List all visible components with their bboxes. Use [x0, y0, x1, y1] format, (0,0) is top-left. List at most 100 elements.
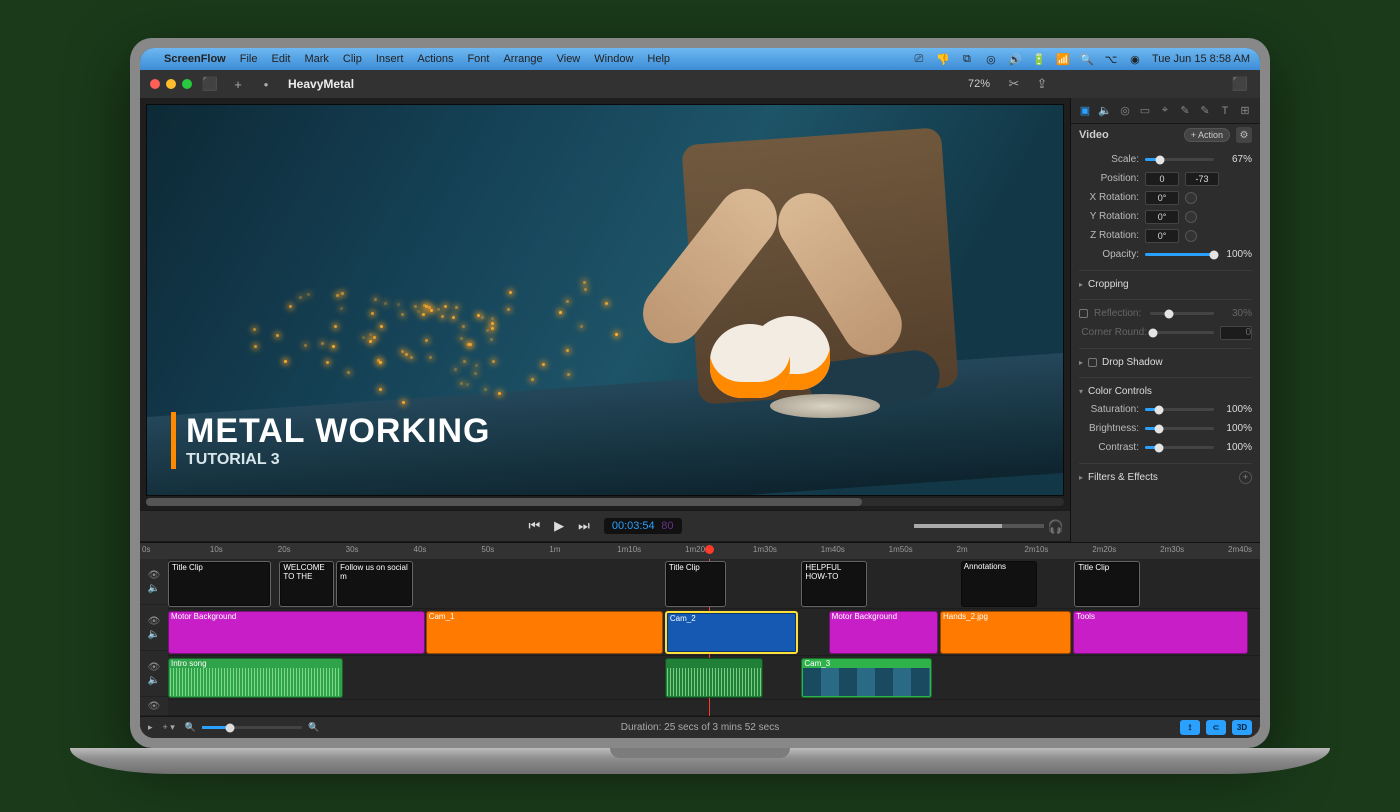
dropshadow-header[interactable]: ▸Drop Shadow	[1079, 353, 1252, 371]
timecode-display[interactable]: 00:03:54 80	[604, 518, 682, 534]
reflection-checkbox[interactable]	[1079, 309, 1088, 318]
cropping-header[interactable]: ▸Cropping	[1079, 275, 1252, 293]
tab-video-icon[interactable]: ▣	[1077, 103, 1093, 119]
brightness-slider[interactable]	[1145, 427, 1214, 430]
zoom-button[interactable]	[182, 79, 192, 89]
filters-header[interactable]: ▸Filters & Effects+	[1079, 468, 1252, 486]
position-y-field[interactable]: -73	[1185, 172, 1219, 186]
timeline-clip[interactable]: Title Clip	[665, 561, 726, 607]
add-icon[interactable]: +	[228, 74, 248, 94]
dropshadow-checkbox[interactable]	[1088, 358, 1097, 367]
timeline-ruler[interactable]: 0s10s20s30s40s50s1m1m10s1m20s1m30s1m40s1…	[140, 543, 1260, 559]
yrot-field[interactable]: 0°	[1145, 210, 1179, 224]
menu-edit[interactable]: Edit	[271, 53, 290, 65]
position-x-field[interactable]: 0	[1145, 172, 1179, 186]
track-1-controls[interactable]: 👁🔈	[140, 559, 168, 605]
menubar-clock[interactable]: Tue Jun 15 8:58 AM	[1152, 53, 1250, 65]
menu-font[interactable]: Font	[467, 53, 489, 65]
timeline-zoom-slider[interactable]	[202, 726, 302, 729]
timeline-clip[interactable]: Cam_2	[665, 611, 798, 654]
zrot-field[interactable]: 0°	[1145, 229, 1179, 243]
screen-record-icon[interactable]: ⎚	[912, 52, 926, 66]
close-button[interactable]	[150, 79, 160, 89]
menu-mark[interactable]: Mark	[304, 53, 328, 65]
xrot-dial[interactable]	[1185, 192, 1197, 204]
menu-arrange[interactable]: Arrange	[503, 53, 542, 65]
timeline-clip[interactable]: Cam_3	[801, 658, 932, 698]
next-button[interactable]: ⏭	[578, 518, 590, 534]
track-4-controls[interactable]: 👁	[140, 697, 168, 716]
battery-icon[interactable]: 🔋	[1032, 52, 1046, 66]
app-name[interactable]: ScreenFlow	[164, 53, 226, 65]
timeline-clip[interactable]: Hands_2.jpg	[940, 611, 1071, 654]
zoom-in-icon[interactable]: 🔍	[308, 722, 319, 733]
search-icon[interactable]: 🔍	[1080, 52, 1094, 66]
crop-icon[interactable]: ✂	[1004, 74, 1024, 94]
menu-help[interactable]: Help	[647, 53, 670, 65]
pointer-tool-icon[interactable]: ▸	[148, 722, 153, 733]
timeline-clip[interactable]: HELPFUL HOW-TO	[801, 561, 867, 607]
menu-actions[interactable]: Actions	[417, 53, 453, 65]
colorcontrols-header[interactable]: ▾Color Controls	[1079, 382, 1252, 400]
timeline-clip[interactable]: WELCOME TO THE	[279, 561, 334, 607]
sidebar-toggle-icon[interactable]: ⬛	[200, 74, 220, 94]
reflection-slider[interactable]	[1150, 312, 1214, 315]
timeline-clip[interactable]: Annotations	[961, 561, 1037, 607]
canvas-zoom[interactable]: 72%	[968, 78, 990, 90]
yrot-dial[interactable]	[1185, 211, 1197, 223]
canvas-preview[interactable]: METAL WORKING TUTORIAL 3	[146, 104, 1064, 496]
add-filter-icon[interactable]: +	[1239, 471, 1252, 484]
thumbs-icon[interactable]: 👎	[936, 52, 950, 66]
panel-toggle-icon[interactable]: ⬛	[1230, 74, 1250, 94]
timeline-clip[interactable]: Follow us on social m	[336, 561, 412, 607]
timeline-clip[interactable]: Tools	[1073, 611, 1248, 654]
tab-text2-icon[interactable]: T	[1217, 103, 1233, 119]
tab-annotations-icon[interactable]: ✎	[1177, 103, 1193, 119]
siri-icon[interactable]: ◉	[1128, 52, 1142, 66]
tab-screenrec-icon[interactable]: ◎	[1117, 103, 1133, 119]
xrot-field[interactable]: 0°	[1145, 191, 1179, 205]
menu-clip[interactable]: Clip	[343, 53, 362, 65]
timeline-clip[interactable]: Cam_1	[426, 611, 663, 654]
timeline-lanes[interactable]: Title ClipWELCOME TO THEFollow us on soc…	[168, 559, 1260, 716]
add-track-icon[interactable]: + ▾	[163, 722, 175, 733]
tab-media-icon[interactable]: ⊞	[1237, 103, 1253, 119]
share-icon[interactable]: ⇪	[1032, 74, 1052, 94]
scale-slider[interactable]	[1145, 158, 1214, 161]
zoom-out-icon[interactable]: 🔍	[185, 722, 196, 733]
corner-value[interactable]: 0	[1220, 326, 1252, 340]
snap-marker-icon[interactable]: ⟟	[1180, 720, 1200, 735]
menu-insert[interactable]: Insert	[376, 53, 404, 65]
prev-button[interactable]: ⏮	[528, 518, 540, 534]
tab-audio-icon[interactable]: 🔈	[1097, 103, 1113, 119]
timeline-clip[interactable]: Motor Background	[168, 611, 425, 654]
tab-callout-icon[interactable]: ▭	[1137, 103, 1153, 119]
add-action-button[interactable]: + Action	[1184, 128, 1230, 142]
opacity-slider[interactable]	[1145, 253, 1214, 256]
cc-icon[interactable]: ◎	[984, 52, 998, 66]
preview-volume-slider[interactable]	[914, 524, 1044, 528]
timeline-clip[interactable]: Title Clip	[1074, 561, 1140, 607]
gear-icon[interactable]: ⚙	[1236, 127, 1252, 143]
track-2-controls[interactable]: 👁🔈	[140, 605, 168, 651]
minimize-button[interactable]	[166, 79, 176, 89]
menu-window[interactable]: Window	[594, 53, 633, 65]
menu-view[interactable]: View	[557, 53, 581, 65]
zrot-dial[interactable]	[1185, 230, 1197, 242]
control-center-icon[interactable]: ⌥	[1104, 52, 1118, 66]
tab-text-icon[interactable]: ✎	[1197, 103, 1213, 119]
wifi-icon[interactable]: 📶	[1056, 52, 1070, 66]
corner-slider[interactable]	[1153, 331, 1214, 334]
timeline-clip[interactable]: Title Clip	[168, 561, 271, 607]
timeline-clip[interactable]: Motor Background	[829, 611, 938, 654]
contrast-slider[interactable]	[1145, 446, 1214, 449]
saturation-slider[interactable]	[1145, 408, 1214, 411]
magnet-icon[interactable]: ⊂	[1206, 720, 1226, 735]
timeline-clip[interactable]	[665, 658, 763, 698]
track-3-controls[interactable]: 👁🔈	[140, 651, 168, 697]
play-button[interactable]: ▶	[554, 518, 564, 534]
tab-touch-icon[interactable]: ⌖	[1157, 103, 1173, 119]
volume-icon[interactable]: 🔊	[1008, 52, 1022, 66]
dropbox-icon[interactable]: ⧉	[960, 52, 974, 66]
menu-file[interactable]: File	[240, 53, 258, 65]
